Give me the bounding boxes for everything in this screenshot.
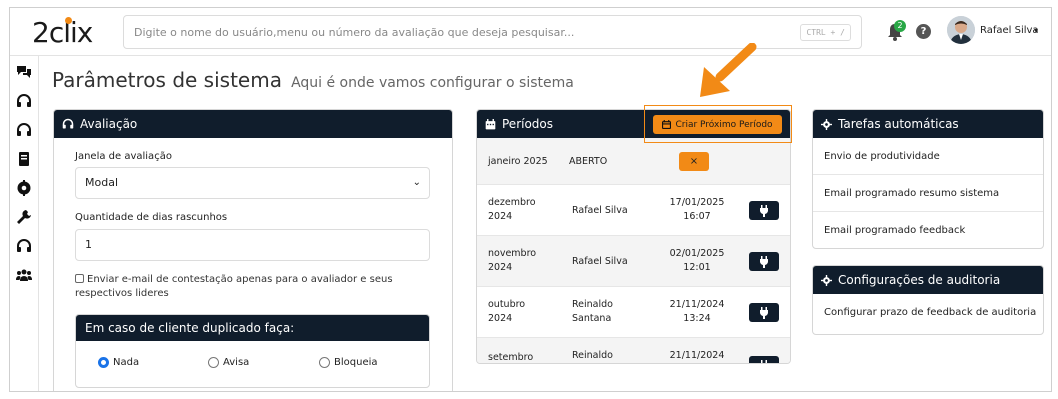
duplicate-client-card: Em caso de cliente duplicado faça: Nada … (75, 314, 430, 388)
radio-avisa-dot[interactable] (208, 357, 219, 368)
plug-button[interactable] (749, 252, 779, 271)
calendar-icon (485, 118, 496, 129)
plug-button[interactable] (749, 201, 779, 220)
task-item-produtividade[interactable]: Envio de produtividade (813, 138, 1043, 175)
table-row: janeiro 2025 ABERTO × (477, 138, 790, 185)
close-period-button[interactable]: × (679, 152, 709, 171)
auditoria-item-prazo[interactable]: Configurar prazo de feedback de auditori… (813, 294, 1043, 331)
plug-icon (760, 306, 768, 319)
tarefas-panel: Tarefas automáticas Envio de produtivida… (812, 109, 1044, 249)
chat-icon[interactable] (16, 64, 32, 80)
period-month: novembro 2024 (488, 248, 537, 273)
gear-face-icon[interactable] (16, 180, 32, 196)
avatar[interactable] (947, 16, 975, 44)
janela-select[interactable]: Modal ⌄ (75, 167, 430, 199)
period-month: janeiro 2025 (488, 156, 548, 167)
headset-icon[interactable] (16, 122, 32, 138)
radio-nada-label: Nada (113, 357, 140, 368)
table-row: outubro 2024 Reinaldo Santana 21/11/2024 13… (477, 287, 790, 338)
period-date: 02/01/2025 12:01 (669, 248, 725, 273)
dias-input[interactable]: 1 (75, 229, 430, 261)
table-row: setembro Reinaldo 21/11/2024 (477, 338, 790, 363)
period-date: 17/01/2025 16:07 (669, 197, 725, 222)
period-user: Reinaldo Santana (572, 299, 613, 324)
top-bar: 2clix CTRL + / 2 ? Rafael Silva ▾ (10, 8, 1051, 56)
periodos-panel: Períodos Criar Próximo Período janeiro 2… (476, 109, 791, 364)
book-icon[interactable] (16, 151, 32, 167)
notification-badge: 2 (894, 20, 906, 32)
avaliacao-title: Avaliação (80, 117, 138, 131)
auditoria-title: Configurações de auditoria (838, 273, 1001, 287)
page-title: Parâmetros de sistema (52, 68, 282, 92)
headset-icon (62, 118, 74, 129)
task-item-resumo[interactable]: Email programado resumo sistema (813, 175, 1043, 212)
plug-button[interactable] (749, 356, 779, 363)
plug-icon (760, 204, 768, 217)
headset-icon[interactable] (16, 93, 32, 109)
tarefas-title: Tarefas automáticas (838, 117, 959, 131)
email-checkbox-row[interactable]: Enviar e-mail de contestação apenas para… (75, 273, 430, 301)
janela-label: Janela de avaliação (75, 151, 172, 162)
period-status: ABERTO (569, 156, 608, 167)
user-menu-caret[interactable]: ▾ (1034, 26, 1038, 35)
auditoria-header: Configurações de auditoria (813, 266, 1043, 294)
chevron-down-icon: ⌄ (412, 177, 421, 188)
plug-icon (760, 255, 768, 268)
gear-icon (821, 118, 832, 130)
help-icon[interactable]: ? (916, 24, 931, 39)
radio-nada[interactable]: Nada (98, 357, 139, 368)
radio-bloqueia-dot[interactable] (319, 357, 330, 368)
janela-select-value: Modal (85, 176, 118, 189)
dias-label: Quantidade de dias rascunhos (75, 212, 228, 223)
auditoria-panel: Configurações de auditoria Configurar pr… (812, 265, 1044, 335)
period-user: Reinaldo (572, 350, 613, 361)
task-item-feedback[interactable]: Email programado feedback (813, 212, 1043, 248)
email-checkbox-label: Enviar e-mail de contestação apenas para… (75, 274, 393, 299)
table-row: novembro 2024 Rafael Silva 02/01/2025 12:0… (477, 236, 790, 287)
period-date: 21/11/2024 (669, 350, 725, 361)
create-button-highlight (644, 105, 792, 143)
search-shortcut-hint: CTRL + / (800, 24, 851, 41)
page-heading: Parâmetros de sistema Aqui é onde vamos … (52, 68, 574, 92)
period-user: Rafael Silva (572, 205, 628, 216)
arrow-annotation-icon (700, 43, 757, 97)
period-month: setembro (488, 352, 534, 363)
page-subtitle: Aqui é onde vamos configurar o sistema (291, 75, 574, 91)
duplicate-client-header: Em caso de cliente duplicado faça: (76, 315, 429, 341)
email-checkbox[interactable] (75, 274, 84, 283)
wrench-icon[interactable] (16, 209, 32, 225)
user-name[interactable]: Rafael Silva (980, 25, 1039, 36)
dias-input-value: 1 (85, 238, 92, 251)
users-icon[interactable] (16, 267, 32, 283)
logo-dot (65, 17, 72, 24)
radio-avisa[interactable]: Avisa (208, 357, 249, 368)
radio-bloqueia-label: Bloqueia (334, 357, 378, 368)
headset-icon[interactable] (16, 238, 32, 254)
sidebar (10, 56, 39, 391)
period-month: outubro 2024 (488, 299, 526, 324)
plug-icon (760, 359, 768, 363)
plug-button[interactable] (749, 303, 779, 322)
avatar-photo (947, 16, 975, 44)
avaliacao-panel: Avaliação Janela de avaliação Modal ⌄ Qu… (53, 109, 453, 391)
radio-nada-dot[interactable] (98, 357, 109, 368)
period-date: 21/11/2024 13:24 (669, 299, 725, 324)
tarefas-header: Tarefas automáticas (813, 110, 1043, 138)
avaliacao-header: Avaliação (54, 110, 452, 138)
periodos-title: Períodos (502, 117, 554, 131)
table-row: dezembro 2024 Rafael Silva 17/01/2025 16:0… (477, 185, 790, 236)
app-window: 2clix CTRL + / 2 ? Rafael Silva ▾ (9, 7, 1052, 392)
radio-bloqueia[interactable]: Bloqueia (319, 357, 378, 368)
period-month: dezembro 2024 (488, 197, 536, 222)
radio-avisa-label: Avisa (223, 357, 250, 368)
gear-icon (821, 274, 832, 286)
logo[interactable]: 2clix (32, 16, 93, 49)
period-user: Rafael Silva (572, 256, 628, 267)
